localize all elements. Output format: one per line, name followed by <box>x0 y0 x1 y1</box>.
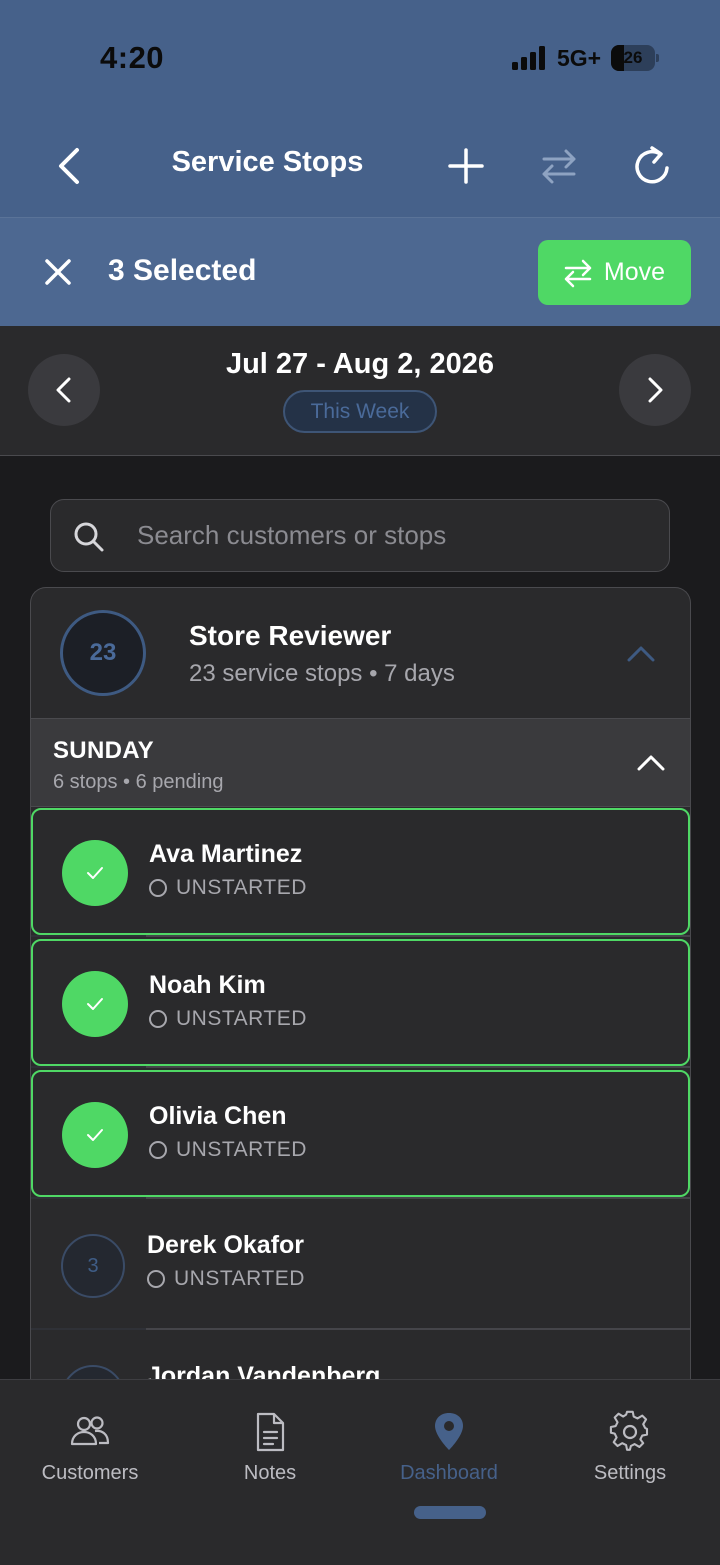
customer-name: Ava Martinez <box>149 840 303 868</box>
search-bar <box>50 499 670 572</box>
stop-row[interactable]: 3 Derek Okafor UNSTARTED <box>31 1201 690 1328</box>
network-type: 5G+ <box>557 45 602 71</box>
back-button[interactable] <box>44 138 94 194</box>
tab-customers[interactable]: Customers <box>10 1410 170 1490</box>
chevron-left-icon <box>59 148 79 184</box>
selected-count: 3 Selected <box>108 254 257 287</box>
selected-check[interactable] <box>62 1102 128 1168</box>
status-circle-icon <box>149 1010 167 1028</box>
checkmark-icon <box>87 867 103 879</box>
chevron-right-icon <box>648 377 663 403</box>
row-divider <box>31 1197 690 1199</box>
swap-icon <box>564 259 592 287</box>
search-input[interactable] <box>137 500 657 571</box>
add-stop-button[interactable] <box>440 138 492 194</box>
next-week-button[interactable] <box>619 354 691 426</box>
chevron-up-icon <box>637 755 665 771</box>
tab-label: Settings <box>593 1462 667 1484</box>
tab-label: Notes <box>243 1462 297 1484</box>
search-icon <box>74 522 104 552</box>
stop-row[interactable]: Olivia Chen UNSTARTED <box>31 1070 690 1197</box>
tab-label: Dashboard <box>400 1462 498 1484</box>
selected-check[interactable] <box>62 840 128 906</box>
battery-icon: 26 <box>611 45 659 71</box>
top-header: 4:20 5G+ 26 Service Stops 3 Selected Mov… <box>0 0 720 326</box>
tab-notes[interactable]: Notes <box>190 1410 350 1490</box>
row-divider <box>31 1066 690 1068</box>
customer-name: Noah Kim <box>149 971 266 999</box>
status-label: UNSTARTED <box>176 1138 307 1161</box>
week-navigator: Jul 27 - Aug 2, 2026 This Week <box>0 326 720 456</box>
signal-icon <box>512 46 545 70</box>
bottom-tab-bar: Customers Notes Dashboard Settings <box>0 1379 720 1565</box>
tab-settings[interactable]: Settings <box>550 1410 710 1490</box>
status-circle-icon <box>149 1141 167 1159</box>
tab-label: Customers <box>41 1462 139 1484</box>
clear-selection-button[interactable] <box>32 246 84 298</box>
map-pin-icon <box>435 1413 463 1450</box>
status-label: UNSTARTED <box>176 876 307 899</box>
stop-row[interactable]: Ava Martinez UNSTARTED <box>31 808 690 935</box>
chevron-left-icon <box>56 377 71 403</box>
users-icon <box>70 1416 110 1446</box>
tab-dashboard[interactable]: Dashboard <box>369 1410 529 1490</box>
group-count-badge: 23 <box>60 610 146 696</box>
status-circle-icon <box>149 879 167 897</box>
move-button-label: Move <box>603 258 666 286</box>
group-header[interactable]: 23 Store Reviewer 23 service stops • 7 d… <box>31 588 690 719</box>
stop-row[interactable]: Noah Kim UNSTARTED <box>31 939 690 1066</box>
this-week-button[interactable]: This Week <box>283 390 437 433</box>
gear-icon <box>609 1410 649 1451</box>
active-tab-indicator <box>414 1506 486 1519</box>
previous-week-button[interactable] <box>28 354 100 426</box>
stop-status: UNSTARTED <box>149 1138 307 1162</box>
swap-icon <box>542 149 576 184</box>
status-label: UNSTARTED <box>174 1267 305 1290</box>
day-name: SUNDAY <box>53 737 154 764</box>
selection-bar: 3 Selected Move <box>0 218 720 326</box>
navigation-bar: Service Stops <box>0 120 720 212</box>
move-button[interactable]: Move <box>538 240 691 305</box>
stop-status: UNSTARTED <box>147 1267 305 1291</box>
swap-button[interactable] <box>532 138 586 194</box>
stop-status: UNSTARTED <box>149 1007 307 1031</box>
battery-level: 26 <box>623 48 643 67</box>
selected-check[interactable] <box>62 971 128 1037</box>
stop-number-badge[interactable]: 3 <box>61 1234 125 1298</box>
row-divider <box>31 935 690 937</box>
close-icon <box>45 259 71 285</box>
document-icon <box>256 1412 285 1452</box>
stop-status: UNSTARTED <box>149 876 307 900</box>
group-subtitle: 23 service stops • 7 days <box>189 660 455 687</box>
status-bar: 4:20 5G+ 26 <box>0 0 720 110</box>
customer-name: Olivia Chen <box>149 1102 287 1130</box>
week-range: Jul 27 - Aug 2, 2026 <box>225 348 495 380</box>
status-circle-icon <box>147 1270 165 1288</box>
status-label: UNSTARTED <box>176 1007 307 1030</box>
page-title: Service Stops <box>171 146 364 178</box>
refresh-icon <box>635 146 669 184</box>
chevron-up-icon <box>627 646 655 662</box>
checkmark-icon <box>87 998 103 1010</box>
day-header-sunday[interactable]: SUNDAY 6 stops • 6 pending <box>31 719 690 807</box>
day-subtitle: 6 stops • 6 pending <box>53 771 224 793</box>
checkmark-icon <box>87 1129 103 1141</box>
group-card: 23 Store Reviewer 23 service stops • 7 d… <box>30 587 691 1427</box>
status-time: 4:20 <box>100 40 165 75</box>
customer-name: Derek Okafor <box>147 1231 305 1259</box>
group-name: Store Reviewer <box>189 620 392 651</box>
plus-icon <box>448 148 484 184</box>
row-divider <box>31 1328 690 1330</box>
refresh-button[interactable] <box>625 138 679 194</box>
